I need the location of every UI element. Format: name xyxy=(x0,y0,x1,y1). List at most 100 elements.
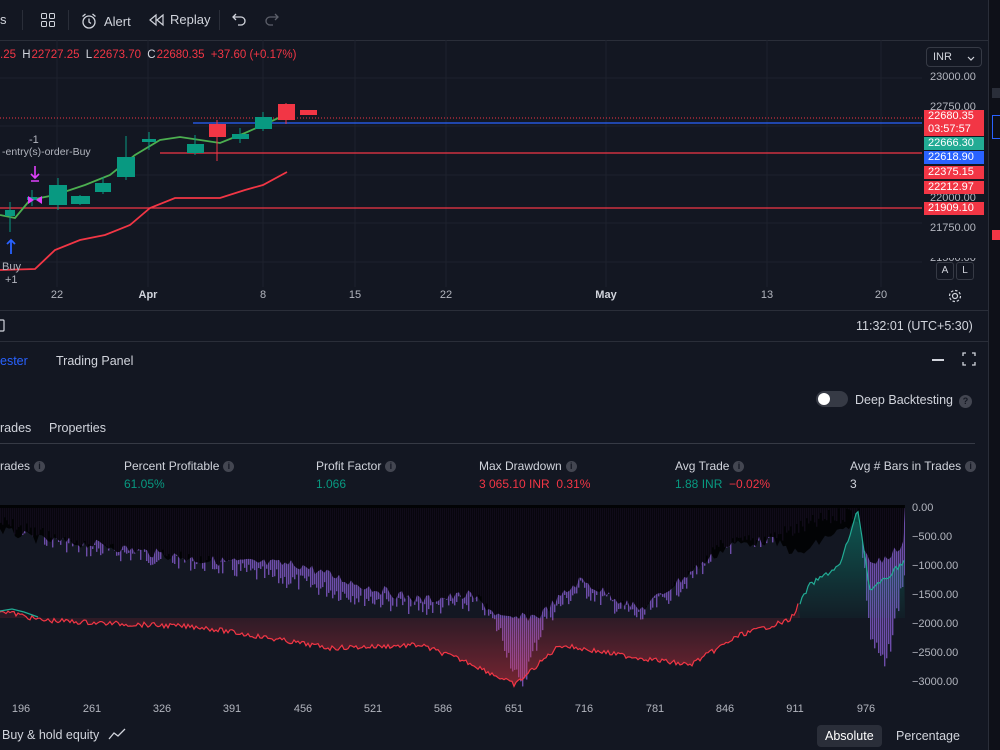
alert-button[interactable]: Alert xyxy=(80,12,131,30)
auto-scale-button[interactable]: A xyxy=(936,262,954,280)
alert-label: Alert xyxy=(104,13,131,29)
metric-total-trades: rades i xyxy=(0,459,46,473)
log-scale-button[interactable]: L xyxy=(956,262,974,280)
layout-grid-icon[interactable] xyxy=(40,12,56,28)
absolute-toggle-button[interactable]: Absolute xyxy=(817,725,882,747)
metric-profit-factor: Profit Factor i 1.066 xyxy=(316,459,397,491)
time-tick: 22 xyxy=(50,289,64,301)
alarm-clock-icon xyxy=(80,12,98,30)
toggle-knob xyxy=(818,393,830,405)
equity-y-tick: 0.00 xyxy=(912,502,934,514)
trend-price-tag: 22666.30 xyxy=(924,137,984,150)
indicators-button[interactable]: s xyxy=(0,12,7,27)
equity-x-tick: 261 xyxy=(82,703,102,715)
metric-value: 3 065.10 INR xyxy=(479,477,550,491)
tab-strategy-tester[interactable]: ester xyxy=(0,354,28,368)
order-qty-minus: -1 xyxy=(29,134,39,146)
info-icon[interactable]: i xyxy=(965,460,977,472)
buy-hold-legend[interactable]: Buy & hold equity xyxy=(2,728,99,742)
low-value: 22673.70 xyxy=(93,49,142,61)
low-label: L xyxy=(85,49,93,61)
order-label: -entry(s)-order-Buy xyxy=(2,146,91,158)
top-toolbar: s Alert Replay xyxy=(0,0,1000,41)
settings-gear-icon[interactable] xyxy=(948,289,962,306)
equity-y-tick: −1500.00 xyxy=(912,589,959,601)
rewind-icon xyxy=(148,13,164,27)
high-value: 22727.25 xyxy=(31,49,80,61)
time-tick: 8 xyxy=(259,289,267,301)
deep-backtesting-toggle[interactable] xyxy=(816,391,848,407)
metric-value: 3 xyxy=(850,477,857,491)
price-chart[interactable]: -1 -entry(s)-order-Buy Buy +1 xyxy=(0,40,922,287)
info-icon[interactable]: i xyxy=(733,460,745,472)
info-icon[interactable]: i xyxy=(565,460,577,472)
metric-label: Avg Trade xyxy=(675,459,730,473)
price-axis[interactable]: 23000.00 22750.00 22000.00 21750.00 2150… xyxy=(922,40,986,290)
time-tick: 15 xyxy=(348,289,362,301)
info-icon[interactable]: i xyxy=(34,460,46,472)
metric-value: 61.05% xyxy=(124,477,165,491)
percentage-toggle-button[interactable]: Percentage xyxy=(888,725,968,747)
time-axis[interactable]: 22 Apr 8 15 22 May 13 20 xyxy=(0,287,920,305)
close-label: C xyxy=(147,49,156,61)
exit-arrow-icon xyxy=(30,166,40,182)
metric-label: Percent Profitable xyxy=(124,459,220,473)
lower-band-line xyxy=(0,171,288,271)
price-tick: 21750.00 xyxy=(930,222,976,234)
candles xyxy=(5,103,317,232)
help-icon[interactable]: ? xyxy=(959,395,972,408)
equity-y-tick: −2000.00 xyxy=(912,618,959,630)
buy-label: Buy xyxy=(2,261,21,273)
equity-x-tick: 456 xyxy=(293,703,313,715)
equity-y-tick: −2500.00 xyxy=(912,647,959,659)
deep-backtesting-label: Deep Backtesting xyxy=(855,393,953,407)
time-tick: 13 xyxy=(760,289,774,301)
metric-value-percent: 0.31% xyxy=(556,477,591,491)
high-label: H xyxy=(22,49,31,61)
tab-trading-panel[interactable]: Trading Panel xyxy=(56,354,133,368)
tab-properties[interactable]: Properties xyxy=(49,421,106,435)
equity-chart[interactable] xyxy=(0,505,905,695)
close-value: 22680.35 xyxy=(156,49,205,61)
currency-value: INR xyxy=(933,51,952,63)
bottom-panel-tabs: ester Trading Panel xyxy=(0,345,988,377)
entry-price-tag: 22618.90 xyxy=(924,151,984,164)
equity-x-tick: 911 xyxy=(786,703,804,715)
metric-percent-profitable: Percent Profitable i 61.05% xyxy=(124,459,235,491)
stop-price-tag: 21909.10 xyxy=(924,202,984,215)
equity-options-bar: Buy & hold equity Absolute Percentage xyxy=(0,722,988,750)
time-tick: Apr xyxy=(138,289,158,301)
metric-label: Max Drawdown xyxy=(479,459,562,473)
tab-list-of-trades[interactable]: rades xyxy=(0,421,31,435)
strip-marker xyxy=(992,88,1000,98)
currency-select[interactable]: INR xyxy=(926,47,982,67)
strip-selection xyxy=(992,115,1000,139)
clock-time[interactable]: 11:32:01 (UTC+5:30) xyxy=(856,319,973,333)
line-chart-icon[interactable] xyxy=(108,727,126,744)
metric-label: Avg # Bars in Trades xyxy=(850,459,962,473)
redo-icon[interactable] xyxy=(264,12,280,26)
open-value: .25 xyxy=(0,49,16,61)
calendar-icon[interactable] xyxy=(0,319,6,336)
metric-label: Profit Factor xyxy=(316,459,382,473)
equity-x-tick: 976 xyxy=(856,703,876,715)
time-tick: May xyxy=(595,289,617,301)
info-icon[interactable]: i xyxy=(223,460,235,472)
replay-button[interactable]: Replay xyxy=(148,12,210,27)
band-price-tag: 22212.97 xyxy=(924,181,984,194)
equity-x-tick: 846 xyxy=(715,703,735,715)
info-icon[interactable]: i xyxy=(385,460,397,472)
metric-label: rades xyxy=(0,459,31,473)
chart-grid xyxy=(0,40,922,287)
minimize-icon[interactable] xyxy=(932,359,944,361)
equity-x-tick: 781 xyxy=(645,703,665,715)
undo-icon[interactable] xyxy=(231,12,247,26)
order-qty-plus: +1 xyxy=(5,274,18,286)
strip-red-marker xyxy=(992,230,1000,240)
toolbar-divider xyxy=(68,10,69,30)
maximize-icon[interactable] xyxy=(962,352,976,369)
tester-sub-tabs: rades Properties xyxy=(0,415,975,444)
equity-x-tick: 716 xyxy=(574,703,594,715)
toolbar-divider xyxy=(219,10,220,30)
change-value: +37.60 (+0.17%) xyxy=(210,49,297,61)
